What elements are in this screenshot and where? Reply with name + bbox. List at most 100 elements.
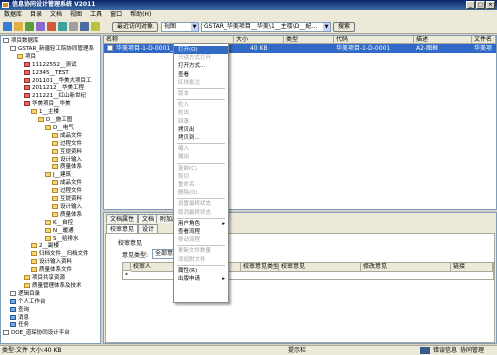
column-link[interactable]: 链接: [451, 263, 493, 272]
tab-review-opinions[interactable]: 校审意见: [106, 224, 139, 233]
tree-node[interactable]: 质量体系文件: [31, 266, 72, 274]
menu-tools[interactable]: 工具: [86, 10, 106, 20]
tree-node[interactable]: 设计输入: [52, 203, 82, 211]
context-menu-item[interactable]: 红线批注: [174, 79, 228, 87]
details-view-icon[interactable]: [80, 22, 89, 31]
recent-objects-button[interactable]: 最近访问对象: [112, 22, 158, 32]
refresh-icon[interactable]: [25, 22, 34, 31]
path-combo[interactable]: GSTAR_华美项目__华美\1__主楼\D__配… ▼: [201, 22, 331, 32]
tree-node[interactable]: 过程文件: [52, 187, 82, 195]
context-menu-item[interactable]: 取消最终状态: [174, 209, 228, 217]
column-opinion[interactable]: 校审意见: [279, 263, 361, 272]
context-menu-item[interactable]: 设置最终状态: [174, 200, 228, 208]
tree-node[interactable]: J__建筑: [45, 171, 71, 179]
context-menu-item[interactable]: 拷贝出: [174, 126, 228, 134]
tree-node[interactable]: 归档文件__归档文件: [31, 250, 89, 258]
context-menu-item[interactable]: 检出: [174, 109, 228, 117]
tree-node[interactable]: 成品文件: [52, 179, 82, 187]
tree-node[interactable]: 质量体系: [52, 163, 82, 171]
tree-node[interactable]: 2011212__华美工程: [24, 84, 84, 92]
tree-node[interactable]: 任务: [10, 321, 29, 329]
context-menu-item[interactable]: 拷贝到...: [174, 134, 228, 142]
status-collab-tab[interactable]: 协同管理: [460, 346, 484, 355]
column-filename[interactable]: 文件名: [472, 36, 496, 44]
chevron-down-icon[interactable]: ▼: [191, 23, 198, 31]
search-button[interactable]: 搜索: [333, 22, 355, 32]
list-view-icon[interactable]: [69, 22, 78, 31]
tree-node[interactable]: 项目: [17, 53, 36, 61]
tree-node[interactable]: 211221__红山新世纪: [24, 92, 86, 100]
table-row[interactable]: 华美项目-1-D-0001_A2-图框 40 KB 华美项目-1-D-0001 …: [104, 44, 496, 53]
context-menu-item[interactable]: 打开方式...: [174, 62, 228, 70]
tree-node[interactable]: S__给排水: [45, 235, 79, 243]
tree-node[interactable]: 项目数据库: [3, 37, 39, 45]
status-errors-tab[interactable]: 错误信息: [433, 346, 457, 355]
tree-node[interactable]: 项目共享资源: [24, 274, 65, 282]
context-menu-item[interactable]: 属性(R): [174, 267, 228, 275]
context-menu-item[interactable]: 检入: [174, 101, 228, 109]
tree-node[interactable]: 成品文件: [52, 132, 82, 140]
context-menu-item[interactable]: 查看流程: [174, 228, 228, 236]
tree-node[interactable]: N__暖通: [45, 227, 74, 235]
open-folder-icon[interactable]: [14, 22, 23, 31]
tree-node[interactable]: 互提资料: [52, 148, 82, 156]
close-button[interactable]: ×: [486, 1, 495, 9]
context-menu-item[interactable]: 删除(D): [174, 189, 228, 197]
column-opinion-type[interactable]: 校审意见类型: [241, 263, 279, 272]
tree-node[interactable]: D__施工图: [38, 116, 72, 124]
context-menu-item[interactable]: 打开(O): [174, 46, 228, 54]
tree-node[interactable]: 过程文件: [52, 140, 82, 148]
column-description[interactable]: 描述: [414, 36, 472, 44]
context-menu-item[interactable]: 用户角色 ▸: [174, 220, 228, 228]
context-menu-item[interactable]: 移动流程: [174, 236, 228, 244]
column-size[interactable]: 大小: [234, 36, 284, 44]
tree-node[interactable]: 11122552__测试: [24, 61, 77, 69]
column-type[interactable]: 类型: [284, 36, 334, 44]
settings-icon[interactable]: [91, 22, 100, 31]
menu-help[interactable]: 帮助(H): [126, 10, 155, 20]
tree-node[interactable]: 华美项目__华美: [24, 100, 71, 108]
status-tab-1[interactable]: [420, 347, 430, 354]
context-menu-item[interactable]: 版本: [174, 90, 228, 98]
tree-node[interactable]: D__电气: [45, 124, 74, 132]
context-menu-item[interactable]: 只读方式打开: [174, 54, 228, 62]
tree-icon[interactable]: [36, 22, 45, 31]
column-modify-opinion[interactable]: 修改意见: [361, 263, 451, 272]
tree-node[interactable]: 个人工作台: [10, 298, 46, 306]
menu-document[interactable]: 文档: [46, 10, 66, 20]
tree-node[interactable]: 查询: [10, 306, 29, 314]
tree-node[interactable]: DOE_道琛协同设计平台: [3, 329, 70, 337]
tree-node[interactable]: 201101__华美大项目工: [24, 77, 92, 85]
context-menu-item[interactable]: 复制(C): [174, 165, 228, 173]
tab-design[interactable]: 设计: [138, 224, 159, 233]
tree-node[interactable]: 设计输入: [52, 156, 82, 164]
tree-node[interactable]: K__自控: [45, 219, 73, 227]
delete-icon[interactable]: [47, 22, 56, 31]
tree-node[interactable]: 消息: [10, 314, 29, 322]
context-menu-item[interactable]: 重命名: [174, 181, 228, 189]
chevron-down-icon[interactable]: ▼: [323, 23, 330, 31]
tab-document[interactable]: 文档: [138, 214, 159, 223]
maximize-button[interactable]: □: [476, 1, 485, 9]
properties-icon[interactable]: [58, 22, 67, 31]
tree-node[interactable]: 设计输入资料: [31, 258, 72, 266]
tree-node[interactable]: 互提资料: [52, 195, 82, 203]
tab-document-properties[interactable]: 文档属性: [106, 214, 139, 223]
tree-node[interactable]: 1__主楼: [31, 108, 59, 116]
context-menu-item[interactable]: 剪切: [174, 173, 228, 181]
tree-node[interactable]: 2__副楼: [31, 242, 59, 250]
minimize-button[interactable]: _: [466, 1, 475, 9]
context-menu-item[interactable]: 出版申请 ▸: [174, 275, 228, 283]
menu-database[interactable]: 数据库: [0, 10, 26, 20]
tree-node[interactable]: 质量管理体系及技术: [24, 282, 82, 290]
new-icon[interactable]: [3, 22, 12, 31]
context-menu-item[interactable]: 更新文件数量: [174, 247, 228, 255]
menu-window[interactable]: 窗口: [106, 10, 126, 20]
context-menu-item[interactable]: 输出: [174, 153, 228, 161]
context-menu-item[interactable]: 查看: [174, 71, 228, 79]
column-code[interactable]: 代码: [334, 36, 414, 44]
tree-node[interactable]: 逻辑目录: [10, 290, 40, 298]
context-menu-item[interactable]: 回滚: [174, 118, 228, 126]
tree-node[interactable]: 质量体系: [52, 211, 82, 219]
tree-node[interactable]: 12345__TEST: [24, 69, 69, 77]
